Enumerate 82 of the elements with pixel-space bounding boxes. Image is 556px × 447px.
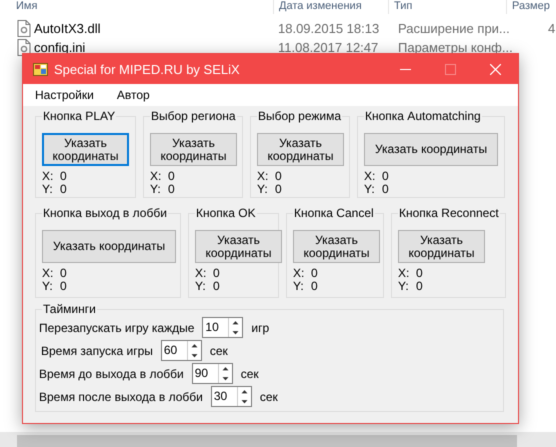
- minimize-icon[interactable]: [400, 68, 411, 70]
- file-icon: [17, 20, 31, 37]
- coordinate-label: Y:: [293, 280, 305, 293]
- coordinate-label: Y:: [398, 280, 410, 293]
- group-title: Кнопка OK: [195, 206, 257, 220]
- coordinate-value: 0: [382, 183, 390, 196]
- group-title: Кнопка Reconnect: [398, 206, 500, 220]
- coordinate-value: 0: [311, 267, 319, 280]
- coordinate-label: X:: [293, 267, 306, 280]
- group-title: Кнопка PLAY: [42, 109, 116, 123]
- coordinates-button[interactable]: Указать координаты: [42, 133, 129, 166]
- coordinate-value: 0: [416, 267, 424, 280]
- setting-label: Время до выхода в лобби: [39, 366, 184, 380]
- number-spinner[interactable]: 90: [192, 363, 233, 384]
- coordinate-label: X:: [150, 170, 162, 183]
- coordinate-label: X:: [398, 267, 410, 280]
- file-name[interactable]: config.ini: [34, 40, 278, 55]
- coordinate-value: 0: [275, 183, 283, 196]
- coordinates-button[interactable]: Указать координаты: [150, 133, 237, 166]
- setting-label: Перезапускать игру каждые: [39, 320, 194, 334]
- number-spinner[interactable]: 10: [202, 317, 244, 338]
- coordinate-value: 0: [60, 183, 68, 196]
- column-header[interactable]: Дата изменения: [273, 0, 388, 14]
- unit-label: сек: [210, 344, 228, 358]
- unit-label: сек: [260, 390, 278, 404]
- column-header[interactable]: Имя: [0, 0, 273, 14]
- column-header[interactable]: Размер: [506, 0, 556, 14]
- number-spinner[interactable]: 60: [160, 340, 202, 361]
- app-icon: [33, 62, 48, 76]
- group-title: Тайминги: [42, 302, 97, 316]
- column-header[interactable]: Тип: [388, 0, 506, 14]
- coordinate-label: Y:: [257, 183, 269, 196]
- setting-label: Время после выхода в лобби: [39, 390, 203, 404]
- coordinate-value: 0: [60, 170, 68, 183]
- file-date: 11.08.2017 12:47: [278, 40, 380, 55]
- maximize-icon: [445, 64, 456, 74]
- close-icon[interactable]: [490, 64, 501, 74]
- coordinate-value: 0: [213, 280, 221, 293]
- unit-label: сек: [240, 366, 259, 380]
- number-spinner[interactable]: 30: [210, 386, 252, 407]
- coordinate-label: Y:: [364, 183, 376, 196]
- horizontal-scrollbar[interactable]: [0, 432, 556, 447]
- settings-file-icon: [17, 39, 31, 56]
- coordinate-label: Y:: [195, 280, 207, 293]
- coordinates-button[interactable]: Указать координаты: [195, 230, 282, 263]
- setting-label: Время запуска игры: [41, 344, 153, 358]
- group-title: Кнопка Automatching: [364, 109, 482, 123]
- coordinate-value: 0: [382, 170, 390, 183]
- window-title: Special for MIPED.RU by SELiX: [54, 62, 241, 76]
- coordinate-value: 0: [60, 267, 68, 280]
- file-type: Расширение при...: [398, 21, 511, 36]
- coordinate-label: Y:: [42, 280, 54, 293]
- menu-item[interactable]: Настройки: [32, 86, 97, 104]
- coordinates-button[interactable]: Указать координаты: [42, 230, 176, 263]
- file-type: Параметры конф...: [398, 40, 514, 55]
- file-size: 4: [548, 21, 556, 36]
- menu-item[interactable]: Автор: [114, 86, 153, 104]
- coordinates-button[interactable]: Указать координаты: [364, 133, 498, 166]
- coordinate-label: Y:: [42, 183, 54, 196]
- coordinate-label: X:: [364, 170, 376, 183]
- coordinates-button[interactable]: Указать координаты: [398, 230, 485, 263]
- coordinate-label: Y:: [150, 183, 162, 196]
- coordinate-value: 0: [213, 267, 221, 280]
- coordinate-label: X:: [195, 267, 208, 280]
- coordinates-button[interactable]: Указать координаты: [257, 133, 344, 166]
- coordinate-value: 0: [168, 170, 176, 183]
- group-title: Кнопка выход в лобби: [42, 206, 168, 220]
- unit-label: игр: [251, 320, 270, 334]
- coordinate-value: 0: [275, 170, 283, 183]
- coordinate-value: 0: [60, 280, 68, 293]
- coordinate-value: 0: [311, 280, 319, 293]
- group-title: Кнопка Cancel: [293, 206, 375, 220]
- file-date: 18.09.2015 18:13: [278, 21, 380, 36]
- file-name[interactable]: AutoItX3.dll: [34, 21, 278, 36]
- coordinate-label: X:: [257, 170, 270, 183]
- coordinate-label: X:: [42, 267, 54, 280]
- coordinate-label: X:: [42, 170, 54, 183]
- group-title: Выбор режима: [257, 109, 342, 123]
- coordinate-value: 0: [168, 183, 176, 196]
- group-title: Выбор региона: [150, 109, 237, 123]
- coordinate-value: 0: [416, 280, 424, 293]
- coordinates-button[interactable]: Указать координаты: [293, 230, 380, 263]
